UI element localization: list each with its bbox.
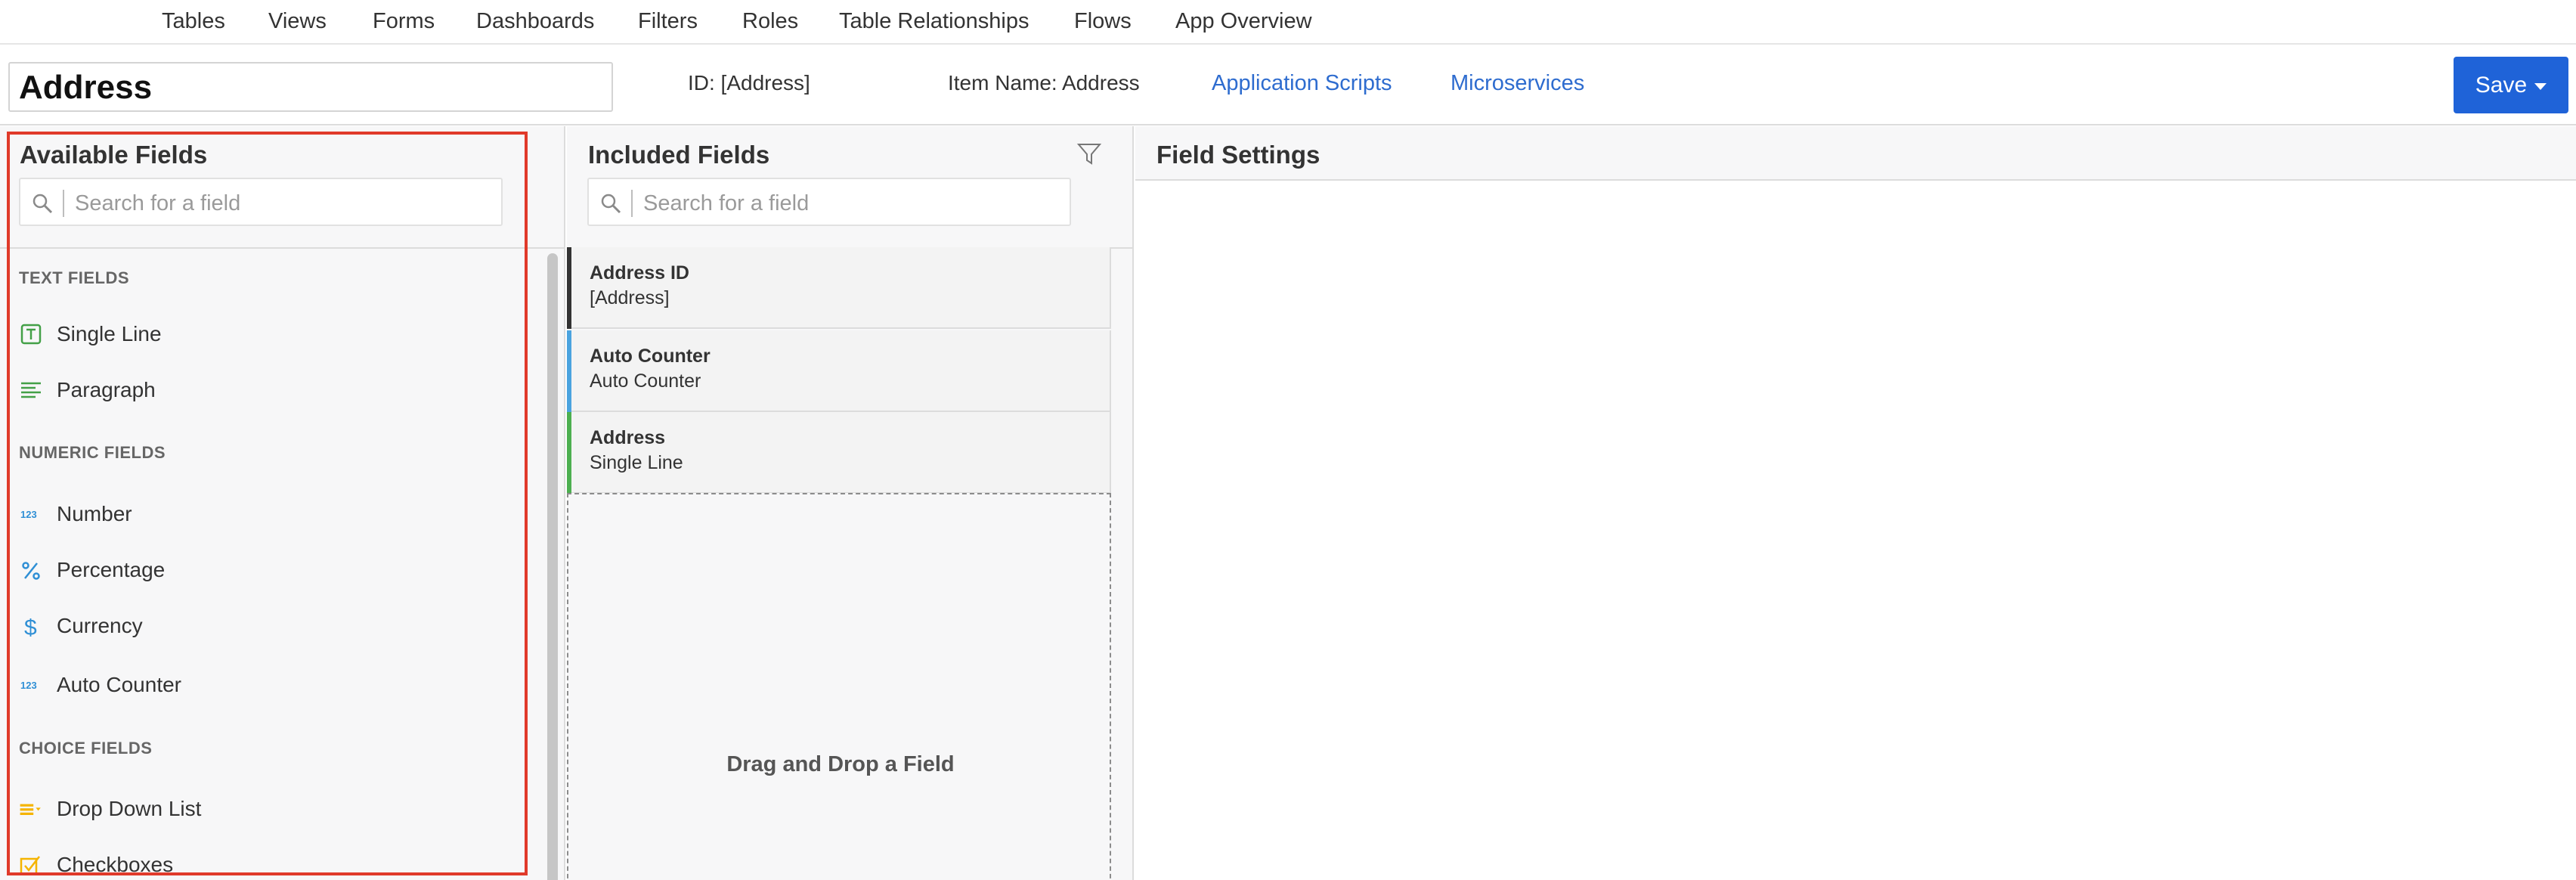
field-settings-panel: Field Settings <box>1135 126 2576 880</box>
search-separator <box>63 190 64 217</box>
section-numeric-fields: NUMERIC FIELDS <box>19 443 166 462</box>
field-paragraph[interactable]: Paragraph <box>15 367 514 413</box>
field-color-bar <box>567 330 571 412</box>
nav-filters[interactable]: Filters <box>638 6 698 36</box>
available-divider <box>0 247 564 249</box>
svg-text:$: $ <box>24 615 37 638</box>
item-name: Item Name: Address <box>948 71 1140 95</box>
checkbox-icon <box>20 856 40 875</box>
included-field-type: Single Line <box>590 452 683 473</box>
svg-text:123: 123 <box>20 680 37 691</box>
save-button-label: Save <box>2475 73 2528 98</box>
nav-flows[interactable]: Flows <box>1074 6 1132 36</box>
item-id: ID: [Address] <box>688 71 810 95</box>
included-field-auto-counter[interactable]: Auto Counter Auto Counter <box>567 330 1111 412</box>
field-color-bar <box>567 412 571 494</box>
available-fields-panel: Available Fields Search for a field TEXT… <box>0 126 565 880</box>
field-label: Currency <box>57 614 143 637</box>
included-field-type: [Address] <box>590 287 670 308</box>
filter-icon[interactable] <box>1076 141 1102 167</box>
field-label: Auto Counter <box>57 673 181 696</box>
search-icon <box>601 194 621 214</box>
item-title-input[interactable]: Address <box>8 62 613 112</box>
field-drop-zone[interactable]: Drag and Drop a Field <box>567 493 1111 880</box>
included-field-name: Auto Counter <box>590 345 711 367</box>
available-search-input[interactable]: Search for a field <box>19 178 503 226</box>
app-window: Tables Views Forms Dashboards Filters Ro… <box>0 0 2576 880</box>
text-t-icon <box>20 324 42 345</box>
field-drop-down-list[interactable]: Drop Down List <box>15 786 514 832</box>
nav-app-overview[interactable]: App Overview <box>1175 6 1312 36</box>
item-header: Address ID: [Address] Item Name: Address… <box>0 45 2576 125</box>
included-fields-title: Included Fields <box>588 141 770 169</box>
field-settings-header: Field Settings <box>1135 126 2576 181</box>
paragraph-icon <box>21 382 41 398</box>
save-button[interactable]: Save <box>2454 57 2568 113</box>
dollar-icon: $ <box>24 615 37 638</box>
drop-zone-text: Drag and Drop a Field <box>726 752 955 776</box>
dropdown-list-icon <box>20 804 41 815</box>
123-icon: 123 <box>20 680 37 691</box>
caret-down-icon <box>2534 82 2547 90</box>
included-search-placeholder: Search for a field <box>643 191 810 215</box>
nav-forms[interactable]: Forms <box>373 6 435 36</box>
top-nav: Tables Views Forms Dashboards Filters Ro… <box>0 0 2576 45</box>
field-label: Drop Down List <box>57 797 202 820</box>
included-field-address-id[interactable]: Address ID [Address] <box>567 247 1111 329</box>
svg-text:123: 123 <box>20 509 37 520</box>
field-single-line[interactable]: Single Line <box>15 311 514 357</box>
field-checkboxes[interactable]: Checkboxes <box>15 842 514 880</box>
field-currency[interactable]: $ Currency <box>15 603 514 649</box>
included-field-name: Address <box>590 427 666 448</box>
search-icon <box>33 194 53 214</box>
field-number[interactable]: 123 Number <box>15 491 514 537</box>
nav-tables[interactable]: Tables <box>162 6 225 36</box>
field-label: Checkboxes <box>57 853 174 876</box>
section-text-fields: TEXT FIELDS <box>19 268 130 287</box>
nav-views[interactable]: Views <box>268 6 327 36</box>
field-color-bar <box>567 247 571 329</box>
included-search-input[interactable]: Search for a field <box>587 178 1071 226</box>
field-label: Percentage <box>57 558 166 581</box>
included-field-type: Auto Counter <box>590 370 701 392</box>
123-icon: 123 <box>20 509 37 520</box>
included-scrollbar-thumb[interactable] <box>547 253 558 880</box>
included-fields-panel: Included Fields Search for a field Addre… <box>547 126 1134 880</box>
nav-roles[interactable]: Roles <box>742 6 798 36</box>
percent-icon <box>22 562 40 580</box>
field-percentage[interactable]: Percentage <box>15 547 514 593</box>
field-settings-title: Field Settings <box>1156 141 1321 169</box>
available-fields-title: Available Fields <box>20 141 208 169</box>
search-separator <box>631 190 633 217</box>
field-auto-counter[interactable]: 123 Auto Counter <box>15 662 514 708</box>
available-search-placeholder: Search for a field <box>75 191 241 215</box>
field-label: Number <box>57 502 132 525</box>
field-label: Single Line <box>57 322 162 345</box>
included-field-name: Address ID <box>590 262 689 284</box>
nav-dashboards[interactable]: Dashboards <box>476 6 594 36</box>
microservices-link[interactable]: Microservices <box>1451 68 1584 98</box>
included-field-address[interactable]: Address Single Line <box>567 412 1111 494</box>
nav-table-relationships[interactable]: Table Relationships <box>839 6 1029 36</box>
application-scripts-link[interactable]: Application Scripts <box>1212 68 1392 98</box>
field-label: Paragraph <box>57 378 156 401</box>
section-choice-fields: CHOICE FIELDS <box>19 739 153 758</box>
